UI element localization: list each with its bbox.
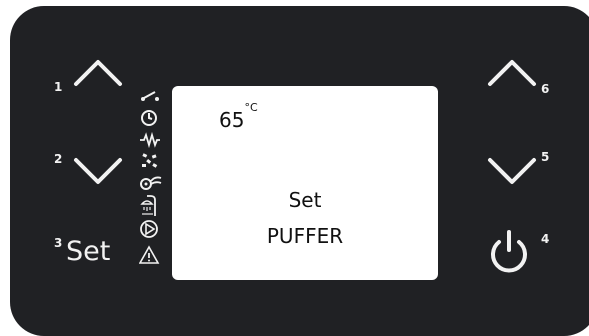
lcd-display: 65°C Set PUFFER <box>172 86 438 280</box>
temperature-readout: 65°C <box>219 101 258 132</box>
button-number-1: 1 <box>54 80 63 94</box>
button-number-2: 2 <box>54 152 63 166</box>
clock-icon <box>141 110 157 126</box>
power-button[interactable] <box>484 226 534 276</box>
display-line-1: Set <box>288 188 322 212</box>
chevron-down-icon <box>74 158 122 184</box>
up-left-button[interactable] <box>68 52 128 90</box>
shower-icon <box>140 195 156 216</box>
chevron-down-icon <box>488 158 536 184</box>
display-line-2: PUFFER <box>266 224 344 248</box>
set-button[interactable]: Set <box>62 232 126 272</box>
resistance-icon <box>140 132 160 148</box>
pellet-icon <box>142 153 158 168</box>
set-button-label: Set <box>66 236 111 267</box>
button-number-4: 4 <box>541 232 550 246</box>
chevron-up-icon <box>74 60 122 86</box>
warning-icon <box>139 245 160 264</box>
fan-icon <box>140 176 162 190</box>
down-left-button[interactable] <box>68 152 128 190</box>
pump-icon <box>140 220 158 238</box>
button-number-6: 6 <box>541 82 550 96</box>
button-number-5: 5 <box>541 150 550 164</box>
temperature-value: 65 <box>219 108 245 132</box>
switch-icon <box>141 91 159 101</box>
status-icon-column <box>139 90 171 286</box>
temperature-unit: °C <box>244 101 258 115</box>
up-right-button[interactable] <box>482 52 542 90</box>
down-right-button[interactable] <box>482 152 542 190</box>
power-icon <box>491 230 527 273</box>
chevron-up-icon <box>488 60 536 86</box>
